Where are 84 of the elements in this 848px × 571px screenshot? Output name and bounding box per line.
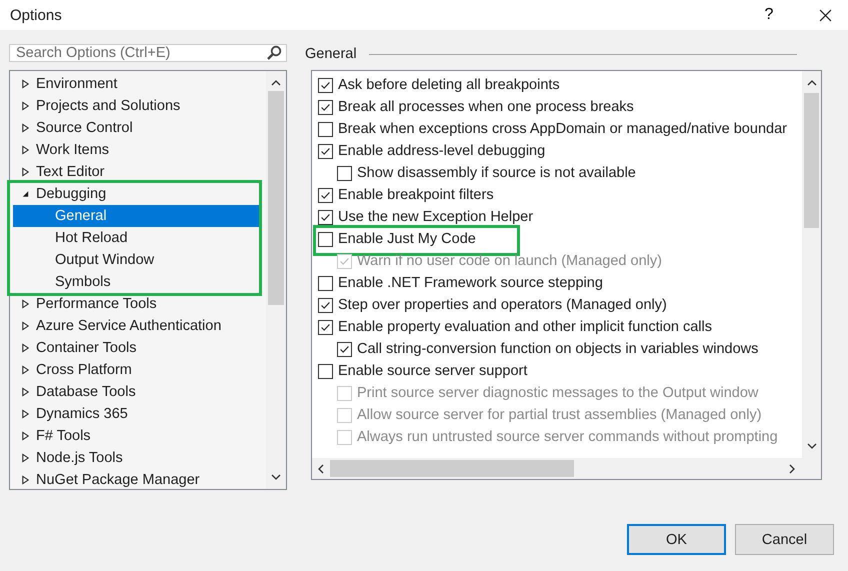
option-label: Show disassembly if source is not available [357, 165, 636, 181]
expander-icon[interactable] [21, 387, 30, 397]
expander-icon[interactable] [21, 321, 30, 331]
tree-item[interactable]: Azure Service Authentication [13, 315, 263, 337]
expander-icon[interactable] [21, 409, 30, 419]
option-label: Warn if no user code on launch (Managed only) [357, 253, 662, 269]
search-field[interactable]: Search Options (Ctrl+E) [9, 44, 287, 62]
checkbox[interactable] [337, 166, 352, 180]
tree-item[interactable]: Performance Tools [13, 293, 263, 315]
scroll-down-icon[interactable] [271, 474, 281, 480]
checkbox[interactable] [318, 364, 333, 378]
scrollbar[interactable] [802, 71, 821, 458]
checkbox[interactable] [318, 210, 333, 224]
option-label: Break all processes when one process breaks [338, 99, 634, 115]
tree-item[interactable]: Text Editor [13, 161, 263, 183]
scroll-down-icon[interactable] [806, 443, 816, 449]
checkbox[interactable] [318, 122, 333, 136]
scroll-up-icon[interactable] [271, 80, 281, 86]
option-label: Break when exceptions cross AppDomain or managed/native boundar [338, 121, 787, 137]
option-label: Enable .NET Framework source stepping [338, 275, 603, 291]
scroll-left-icon[interactable] [318, 464, 324, 474]
expander-icon[interactable] [21, 431, 30, 441]
tree-item[interactable]: Database Tools [13, 381, 263, 403]
tree-item[interactable]: Node.js Tools [13, 447, 263, 469]
tree-item[interactable]: F# Tools [13, 425, 263, 447]
option-label: Enable breakpoint filters [338, 187, 494, 203]
expander-icon[interactable] [21, 101, 30, 111]
scrollbar[interactable] [266, 71, 286, 489]
window-title: Options [10, 6, 62, 24]
scroll-thumb[interactable] [268, 91, 284, 305]
option-label: Always run untrusted source server commands without prompting [357, 429, 778, 445]
tree-item[interactable]: Output Window [13, 249, 259, 271]
search-icon [266, 45, 282, 61]
tree-item[interactable]: Cross Platform [13, 359, 263, 381]
tree-item[interactable]: General [13, 205, 259, 227]
option-label: Ask before deleting all breakpoints [338, 77, 560, 93]
scroll-thumb[interactable] [804, 93, 819, 228]
scroll-up-icon[interactable] [806, 80, 816, 86]
expander-icon[interactable] [21, 453, 30, 463]
tree-item[interactable]: Debugging [13, 183, 259, 205]
close-icon [818, 8, 832, 22]
checkbox[interactable] [318, 298, 333, 312]
option-label: Enable property evaluation and other implicit function calls [338, 319, 712, 335]
checkbox[interactable] [318, 78, 333, 92]
tree-item[interactable]: Environment [13, 73, 263, 95]
checkbox[interactable] [318, 320, 333, 334]
scrollbar[interactable] [312, 458, 821, 479]
option-label: Call string-conversion function on objects in variables windows [357, 341, 758, 357]
checkbox[interactable] [318, 188, 333, 202]
option-label: Enable source server support [338, 363, 528, 379]
scroll-thumb[interactable] [330, 460, 574, 477]
tree-item[interactable]: Projects and Solutions [13, 95, 263, 117]
section-title: General [305, 46, 357, 62]
tree-item[interactable]: Symbols [13, 271, 259, 293]
checkbox[interactable] [318, 100, 333, 114]
checkbox[interactable] [318, 144, 333, 158]
expander-icon[interactable] [21, 365, 30, 375]
option-label: Allow source server for partial trust assemblies (Managed only) [357, 407, 762, 423]
tree-item[interactable]: Hot Reload [13, 227, 259, 249]
expander-icon[interactable] [21, 189, 30, 199]
option-label: Print source server diagnostic messages to the Output window [357, 385, 758, 401]
help-button[interactable]: ? [746, 0, 792, 30]
tree-item[interactable]: NuGet Package Manager [13, 469, 263, 491]
option-label: Enable Just My Code [338, 231, 476, 247]
expander-icon[interactable] [21, 475, 30, 485]
expander-icon[interactable] [21, 167, 30, 177]
tree-item[interactable]: Container Tools [13, 337, 263, 359]
checkbox[interactable] [318, 276, 333, 290]
expander-icon[interactable] [21, 343, 30, 353]
tree-item[interactable]: Dynamics 365 [13, 403, 263, 425]
tree-item[interactable]: Source Control [13, 117, 263, 139]
expander-icon[interactable] [21, 299, 30, 309]
dialog-button[interactable]: Cancel [735, 524, 834, 555]
option-label: Enable address-level debugging [338, 143, 546, 159]
expander-icon[interactable] [21, 79, 30, 89]
checkbox[interactable] [318, 232, 333, 246]
expander-icon[interactable] [21, 123, 30, 133]
tree-item[interactable]: Work Items [13, 139, 263, 161]
expander-icon[interactable] [21, 145, 30, 155]
option-label: Use the new Exception Helper [338, 209, 534, 225]
scroll-right-icon[interactable] [789, 464, 795, 474]
dialog-button[interactable]: OK [627, 524, 726, 555]
checkbox[interactable] [337, 342, 352, 356]
option-label: Step over properties and operators (Managed only) [338, 297, 667, 313]
